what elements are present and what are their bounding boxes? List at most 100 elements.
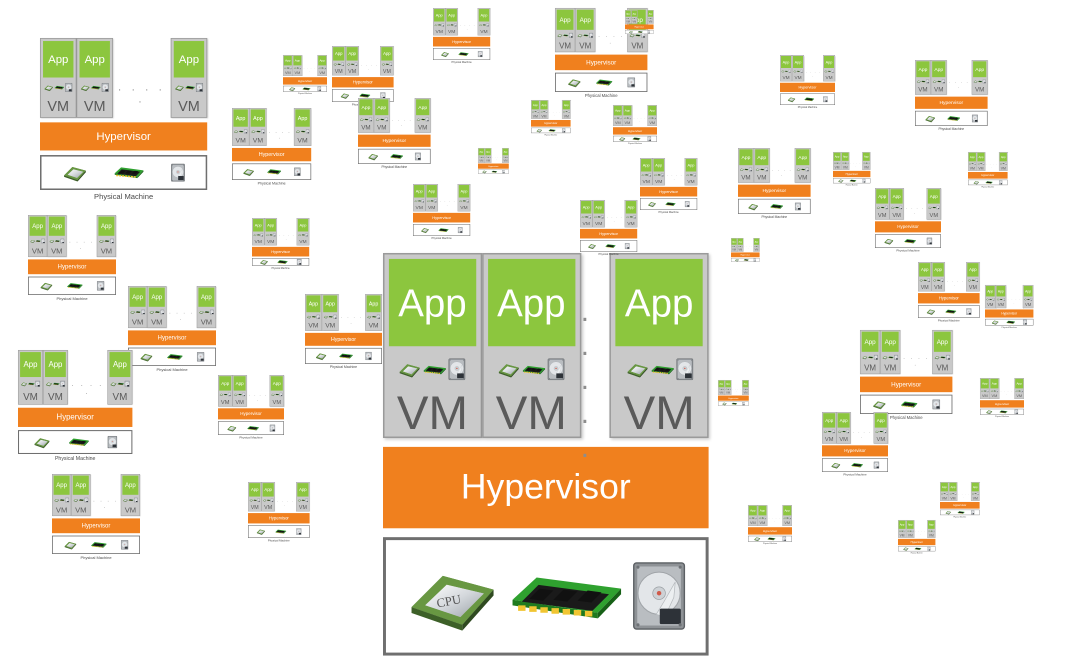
virtual-machine[interactable]: App xyxy=(592,200,604,227)
virtual-machine[interactable]: App xyxy=(52,474,71,516)
virtual-machine[interactable]: App xyxy=(296,482,309,511)
virtual-machine[interactable]: App xyxy=(980,378,990,399)
virtual-machine[interactable]: App xyxy=(795,148,811,183)
hypervisor-bar[interactable]: Hypervisor xyxy=(918,293,980,303)
physical-machine-unit-u02[interactable]: App xyxy=(28,215,116,301)
virtual-machine[interactable]: App xyxy=(232,108,249,146)
virtual-machine[interactable]: App xyxy=(128,286,147,328)
hypervisor-bar[interactable]: Hypervisor xyxy=(833,171,870,177)
virtual-machine[interactable]: App xyxy=(575,8,595,52)
hypervisor-bar[interactable]: Hypervisor xyxy=(332,77,394,87)
physical-machine-unit-u20[interactable]: App xyxy=(613,105,657,145)
physical-machine-unit-u19[interactable]: App xyxy=(580,200,637,256)
virtual-machine[interactable]: App xyxy=(931,262,944,291)
virtual-machine[interactable]: App xyxy=(374,98,390,133)
virtual-machine[interactable]: App xyxy=(971,482,980,501)
virtual-machine[interactable]: App xyxy=(915,60,931,95)
hypervisor-bar[interactable]: Hypervisor xyxy=(18,408,132,427)
hypervisor-bar[interactable]: Hypervisor xyxy=(898,539,935,545)
hypervisor-bar[interactable]: Hypervisor xyxy=(283,77,327,84)
virtual-machine[interactable]: App xyxy=(232,375,246,407)
physical-machine-unit-u16[interactable]: App xyxy=(478,148,509,174)
physical-machine-unit-u27[interactable]: App xyxy=(875,188,941,253)
virtual-machine[interactable]: App xyxy=(966,262,979,291)
virtual-machine[interactable]: App xyxy=(875,188,889,220)
virtual-machine[interactable]: App xyxy=(365,294,382,331)
virtual-machine[interactable]: App xyxy=(972,60,988,95)
virtual-machine[interactable]: App xyxy=(197,286,216,328)
virtual-machine[interactable]: App xyxy=(996,285,1007,308)
virtual-machine[interactable]: App xyxy=(71,474,90,516)
physical-machine-unit-u38[interactable]: App xyxy=(625,10,654,34)
virtual-machine[interactable]: App xyxy=(647,105,657,126)
virtual-machine[interactable]: App xyxy=(927,188,941,220)
physical-machine-unit-u08[interactable]: App xyxy=(218,375,284,440)
virtual-machine[interactable]: App xyxy=(898,520,906,538)
hypervisor-bar[interactable]: Hypervisor xyxy=(580,229,637,239)
physical-machine-unit-u31[interactable]: App xyxy=(980,378,1024,418)
virtual-machine[interactable]: App xyxy=(782,505,792,526)
virtual-machine[interactable]: App xyxy=(531,100,540,119)
physical-machine-unit-u36[interactable]: App xyxy=(718,380,749,406)
hypervisor-bar[interactable]: Hypervisor xyxy=(218,408,284,419)
hypervisor-bar[interactable]: Hypervisor xyxy=(780,83,835,92)
hypervisor-bar[interactable]: Hypervisor xyxy=(28,259,116,274)
hypervisor-bar[interactable]: Hypervisor xyxy=(613,127,657,134)
virtual-machine[interactable]: App xyxy=(264,218,276,245)
virtual-machine[interactable]: App xyxy=(18,350,43,405)
virtual-machine[interactable]: App xyxy=(625,200,637,227)
virtual-machine[interactable]: App xyxy=(261,482,274,511)
physical-machine-unit-u13[interactable]: App xyxy=(358,98,431,169)
virtual-machine[interactable]: App xyxy=(413,184,425,211)
hypervisor-bar[interactable]: Hypervisor xyxy=(305,333,382,346)
virtual-machine[interactable]: App xyxy=(485,148,492,163)
virtual-machine[interactable]: App xyxy=(833,152,841,170)
virtual-machine[interactable]: App xyxy=(28,215,47,257)
virtual-machine[interactable]: App xyxy=(640,158,652,185)
virtual-machine[interactable]: App xyxy=(345,46,358,75)
virtual-machine[interactable]: App xyxy=(999,152,1008,171)
virtual-machine[interactable]: App xyxy=(40,38,76,118)
virtual-machine[interactable]: App xyxy=(652,158,664,185)
hypervisor-bar[interactable]: Hypervisor xyxy=(875,221,941,232)
virtual-machine[interactable]: App xyxy=(248,482,261,511)
virtual-machine[interactable]: App xyxy=(836,412,850,444)
virtual-machine[interactable]: App xyxy=(293,55,303,76)
virtual-machine[interactable]: App xyxy=(990,378,1000,399)
hypervisor-bar[interactable]: Hypervisor xyxy=(625,24,654,29)
virtual-machine[interactable]: App xyxy=(305,294,322,331)
virtual-machine[interactable]: App xyxy=(758,505,768,526)
physical-machine-unit-u30[interactable]: App xyxy=(860,330,952,420)
hypervisor-bar[interactable]: Hypervisor xyxy=(822,445,888,456)
virtual-machine[interactable]: App xyxy=(968,152,977,171)
physical-machine-unit-u06[interactable]: App xyxy=(252,218,309,269)
hypervisor-bar[interactable]: Hypervisor xyxy=(718,396,749,401)
virtual-machine[interactable]: App xyxy=(270,375,284,407)
physical-machine-unit-u34[interactable]: App xyxy=(748,505,792,545)
virtual-machine[interactable]: App xyxy=(97,215,116,257)
virtual-machine[interactable]: App xyxy=(383,253,482,438)
physical-machine-unit-u17[interactable]: App xyxy=(531,100,571,136)
virtual-machine[interactable]: App xyxy=(107,350,132,405)
virtual-machine[interactable]: App xyxy=(685,158,697,185)
virtual-machine[interactable]: App xyxy=(754,148,770,183)
physical-machine-unit-u05[interactable]: App xyxy=(52,474,140,560)
hypervisor-bar[interactable]: Hypervisor xyxy=(128,330,216,345)
hypervisor-bar[interactable]: Hypervisor xyxy=(640,187,697,197)
virtual-machine[interactable]: App xyxy=(718,380,725,395)
physical-machine-unit-u10[interactable]: App xyxy=(232,108,311,185)
physical-machine-unit-u37[interactable]: App xyxy=(731,238,760,262)
virtual-machine[interactable]: App xyxy=(458,184,470,211)
physical-machine-unit-u04[interactable]: App xyxy=(18,350,132,462)
virtual-machine[interactable]: App xyxy=(940,482,949,501)
virtual-machine[interactable]: App xyxy=(540,100,549,119)
virtual-machine[interactable]: App xyxy=(555,8,575,52)
physical-machine-unit-u09[interactable]: App xyxy=(248,482,310,542)
hypervisor-bar[interactable]: Hypervisor xyxy=(555,55,647,71)
hypervisor-bar[interactable]: Hypervisor xyxy=(968,172,1008,179)
virtual-machine[interactable]: App xyxy=(906,520,914,538)
virtual-machine[interactable]: App xyxy=(562,100,571,119)
physical-machine-unit-u35[interactable]: App xyxy=(898,520,935,554)
virtual-machine[interactable]: App xyxy=(478,8,490,35)
virtual-machine[interactable]: App xyxy=(425,184,437,211)
